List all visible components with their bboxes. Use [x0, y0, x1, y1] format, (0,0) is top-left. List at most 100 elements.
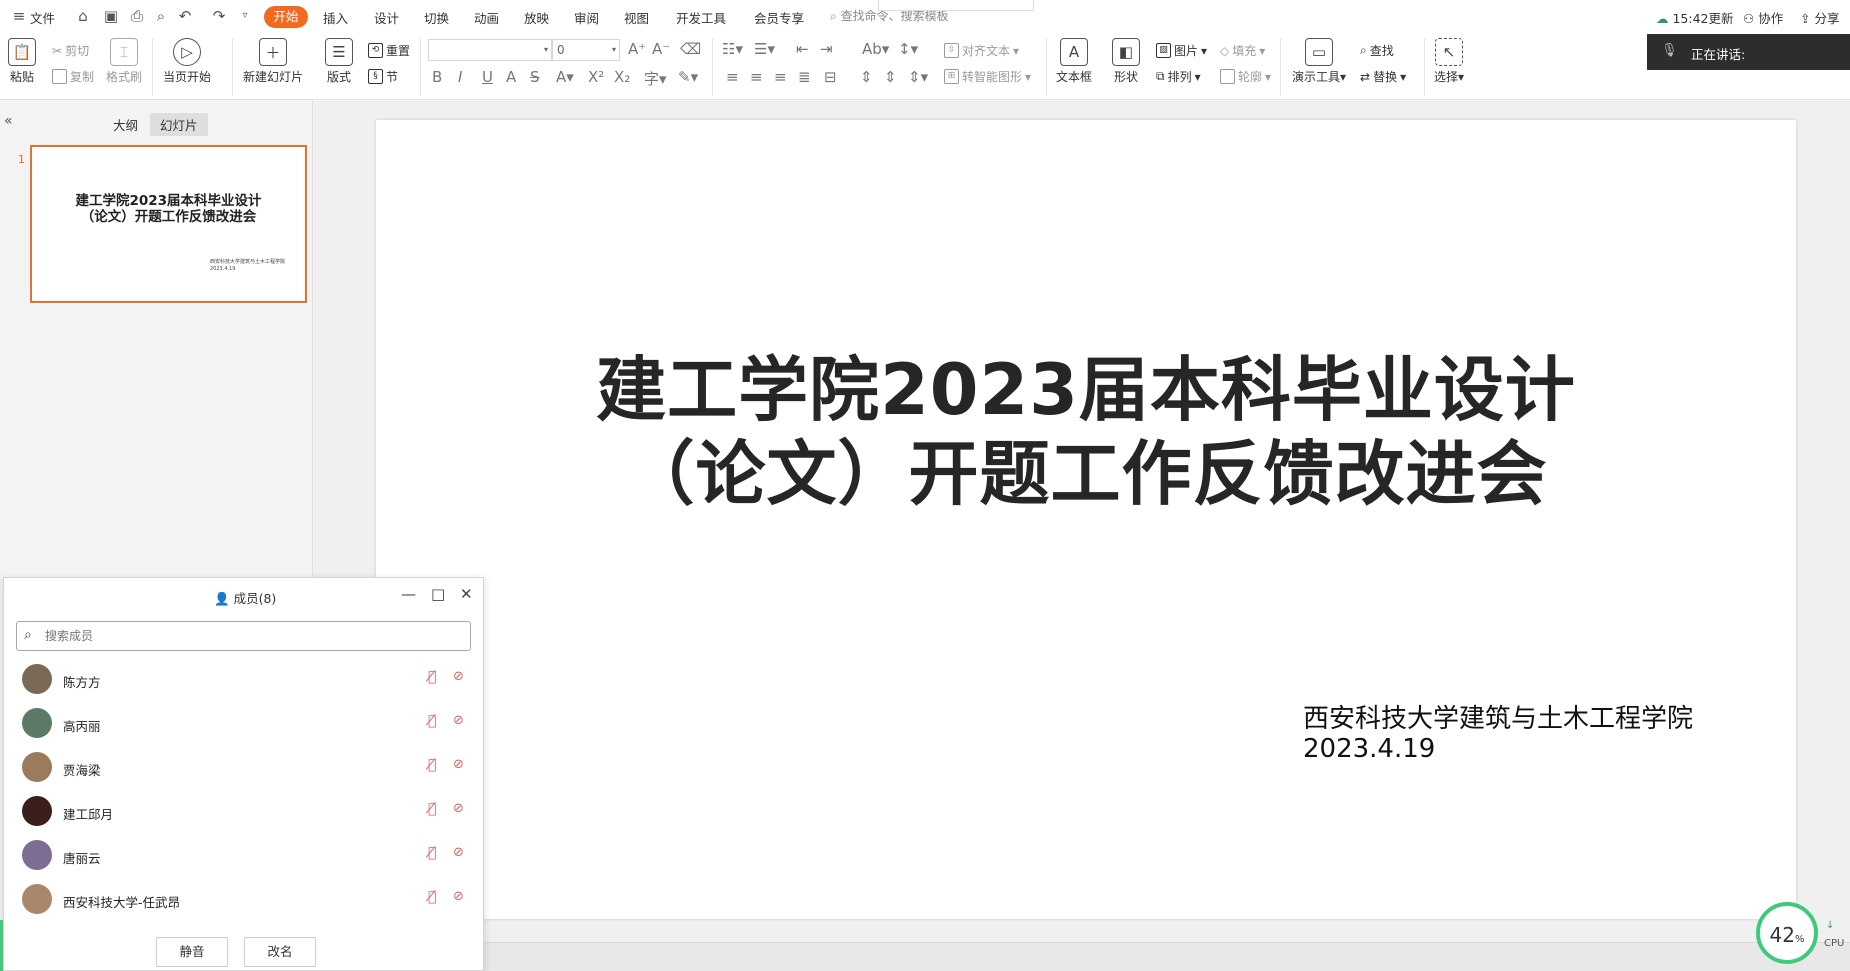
copy-button[interactable]: 复制 [52, 68, 94, 85]
tab-outline[interactable]: 大纲 [103, 113, 148, 136]
font-family-select[interactable]: ▾ [428, 39, 552, 61]
align-text-button[interactable]: ⇳ 对齐文本 ▾ [944, 42, 1019, 59]
mic-muted-icon[interactable]: 🎙̸ [428, 801, 436, 817]
shape-button[interactable]: ◧ 形状 [1112, 38, 1140, 85]
notes-bar[interactable] [314, 942, 1850, 971]
cut-button[interactable]: ✂ 剪切 [52, 42, 89, 59]
phonetic-icon[interactable]: 字▾ [644, 68, 667, 89]
print-icon[interactable]: ⎙ [128, 7, 146, 25]
tab-animation[interactable]: 动画 [474, 8, 499, 27]
undo-icon[interactable]: ↶ [176, 7, 194, 25]
tab-design[interactable]: 设计 [374, 8, 399, 27]
strikethrough-icon[interactable]: S [530, 68, 540, 86]
reset-button[interactable]: ⟲ 重置 [368, 42, 410, 59]
replace-button[interactable]: ⇄ 替换 ▾ [1360, 68, 1406, 85]
mic-muted-icon[interactable]: 🎙̸ [428, 889, 436, 905]
numbered-list-icon[interactable]: ☰▾ [754, 40, 775, 58]
camera-off-icon[interactable]: ⊘ [453, 757, 464, 772]
clear-format-icon[interactable]: ⌫ [680, 40, 701, 58]
tab-slideshow[interactable]: 放映 [524, 8, 549, 27]
home-icon[interactable]: ⌂ [74, 7, 92, 25]
rename-button[interactable]: 改名 [244, 937, 316, 967]
textbox-button[interactable]: A 文本框 [1056, 38, 1092, 85]
decrease-indent-icon[interactable]: ⇤ [796, 40, 809, 58]
increase-indent-icon[interactable]: ⇥ [820, 40, 833, 58]
slide-thumbnail[interactable]: 建工学院2023届本科毕业设计 （论文）开题工作反馈改进会 西安科技大学建筑与土… [30, 145, 307, 303]
justify-icon[interactable]: ≣ [798, 68, 811, 86]
member-row[interactable]: 高丙丽 🎙̸ ⊘ [4, 702, 483, 746]
arrange-button[interactable]: ⧉ 排列 ▾ [1156, 68, 1201, 85]
sort-icon[interactable]: ↕▾ [898, 40, 918, 58]
slide-title[interactable]: 建工学院2023届本科毕业设计 （论文）开题工作反馈改进会 [376, 348, 1796, 516]
decrease-font-icon[interactable]: A⁻ [652, 40, 670, 58]
minimize-icon[interactable]: — [401, 585, 416, 603]
tab-developer[interactable]: 开发工具 [676, 8, 726, 27]
format-painter-button[interactable]: ⌶ 格式刷 [106, 38, 142, 85]
tab-slides[interactable]: 幻灯片 [150, 113, 208, 136]
camera-off-icon[interactable]: ⊘ [453, 845, 464, 860]
member-row[interactable]: 陈方方 🎙̸ ⊘ [4, 658, 483, 702]
fill-button[interactable]: ◇ 填充 ▾ [1220, 42, 1265, 59]
camera-off-icon[interactable]: ⊘ [453, 669, 464, 684]
layout-button[interactable]: ☰ 版式 [325, 38, 353, 85]
text-shadow-icon[interactable]: A [506, 68, 516, 86]
font-color-icon[interactable]: A▾ [556, 68, 574, 86]
tab-insert[interactable]: 插入 [323, 8, 348, 27]
tab-view[interactable]: 视图 [624, 8, 649, 27]
mic-muted-icon[interactable]: 🎙̸ [428, 845, 436, 861]
member-row[interactable]: 唐丽云 🎙̸ ⊘ [4, 834, 483, 878]
member-row[interactable]: 建工邱月 🎙̸ ⊘ [4, 790, 483, 834]
share-button[interactable]: ⇪ 分享 [1800, 8, 1839, 27]
tab-home[interactable]: 开始 [264, 6, 308, 28]
subscript-icon[interactable]: X₂ [614, 68, 630, 86]
section-button[interactable]: § 节 [368, 68, 398, 85]
member-row[interactable]: 西安科技大学-任武昂 🎙̸ ⊘ [4, 878, 483, 922]
smart-art-button[interactable]: ⊞ 转智能图形 ▾ [944, 68, 1031, 85]
cloud-sync-status[interactable]: ☁ 15:42更新 [1656, 8, 1734, 27]
mic-muted-icon[interactable]: 🎙̸ [428, 757, 436, 773]
customize-icon[interactable]: ▿ [236, 7, 254, 25]
mic-muted-icon[interactable]: 🎙̸ [428, 713, 436, 729]
select-button[interactable]: ↖ 选择▾ [1434, 38, 1464, 85]
close-icon[interactable]: ✕ [460, 585, 473, 603]
italic-icon[interactable]: I [458, 68, 462, 86]
align-right-icon[interactable]: ≡ [774, 68, 787, 86]
align-left-icon[interactable]: ≡ [726, 68, 739, 86]
highlight-icon[interactable]: ✎▾ [678, 68, 698, 86]
camera-off-icon[interactable]: ⊘ [453, 889, 464, 904]
slide-canvas[interactable]: 建工学院2023届本科毕业设计 （论文）开题工作反馈改进会 西安科技大学建筑与土… [376, 120, 1796, 919]
mic-muted-icon[interactable]: 🎙̸ [428, 669, 436, 685]
hamburger-menu-icon[interactable]: ≡ [10, 7, 28, 25]
underline-icon[interactable]: U [482, 68, 493, 86]
collapse-pane-icon[interactable]: « [4, 113, 13, 129]
distribute-icon[interactable]: ⊟ [824, 68, 837, 86]
present-tools-button[interactable]: ▭ 演示工具▾ [1292, 38, 1346, 85]
preview-icon[interactable]: ⌕ [152, 7, 170, 25]
maximize-icon[interactable]: □ [431, 585, 445, 603]
new-slide-button[interactable]: ＋ 新建幻灯片 [243, 38, 303, 85]
line-spacing-icon[interactable]: ⇕ [860, 68, 873, 86]
file-menu[interactable]: 文件 [30, 8, 55, 27]
superscript-icon[interactable]: X² [588, 68, 604, 86]
tab-member[interactable]: 会员专享 [754, 8, 804, 27]
find-button[interactable]: ⌕ 查找 [1360, 42, 1394, 59]
align-center-icon[interactable]: ≡ [750, 68, 763, 86]
redo-icon[interactable]: ↷ [210, 7, 228, 25]
bullet-list-icon[interactable]: ☷▾ [722, 40, 743, 58]
camera-off-icon[interactable]: ⊘ [453, 713, 464, 728]
columns-icon[interactable]: ⇕▾ [908, 68, 928, 86]
tab-review[interactable]: 审阅 [574, 8, 599, 27]
cpu-usage-widget[interactable]: 42% [1756, 902, 1818, 964]
save-icon[interactable]: ▣ [102, 7, 120, 25]
start-current-slide-button[interactable]: ▷ 当页开始 [163, 38, 211, 85]
mute-button[interactable]: 静音 [156, 937, 228, 967]
increase-font-icon[interactable]: A⁺ [628, 40, 646, 58]
font-size-select[interactable]: 0 ▾ [552, 39, 620, 61]
member-row[interactable]: 贾海梁 🎙̸ ⊘ [4, 746, 483, 790]
picture-button[interactable]: ▨ 图片 ▾ [1156, 42, 1207, 59]
bold-icon[interactable]: B [432, 68, 442, 86]
tab-transition[interactable]: 切换 [424, 8, 449, 27]
slide-subtitle[interactable]: 西安科技大学建筑与土木工程学院 2023.4.19 [1303, 704, 1693, 764]
text-direction-icon[interactable]: Ab▾ [862, 40, 889, 58]
paste-button[interactable]: 📋 粘贴 [8, 38, 36, 85]
